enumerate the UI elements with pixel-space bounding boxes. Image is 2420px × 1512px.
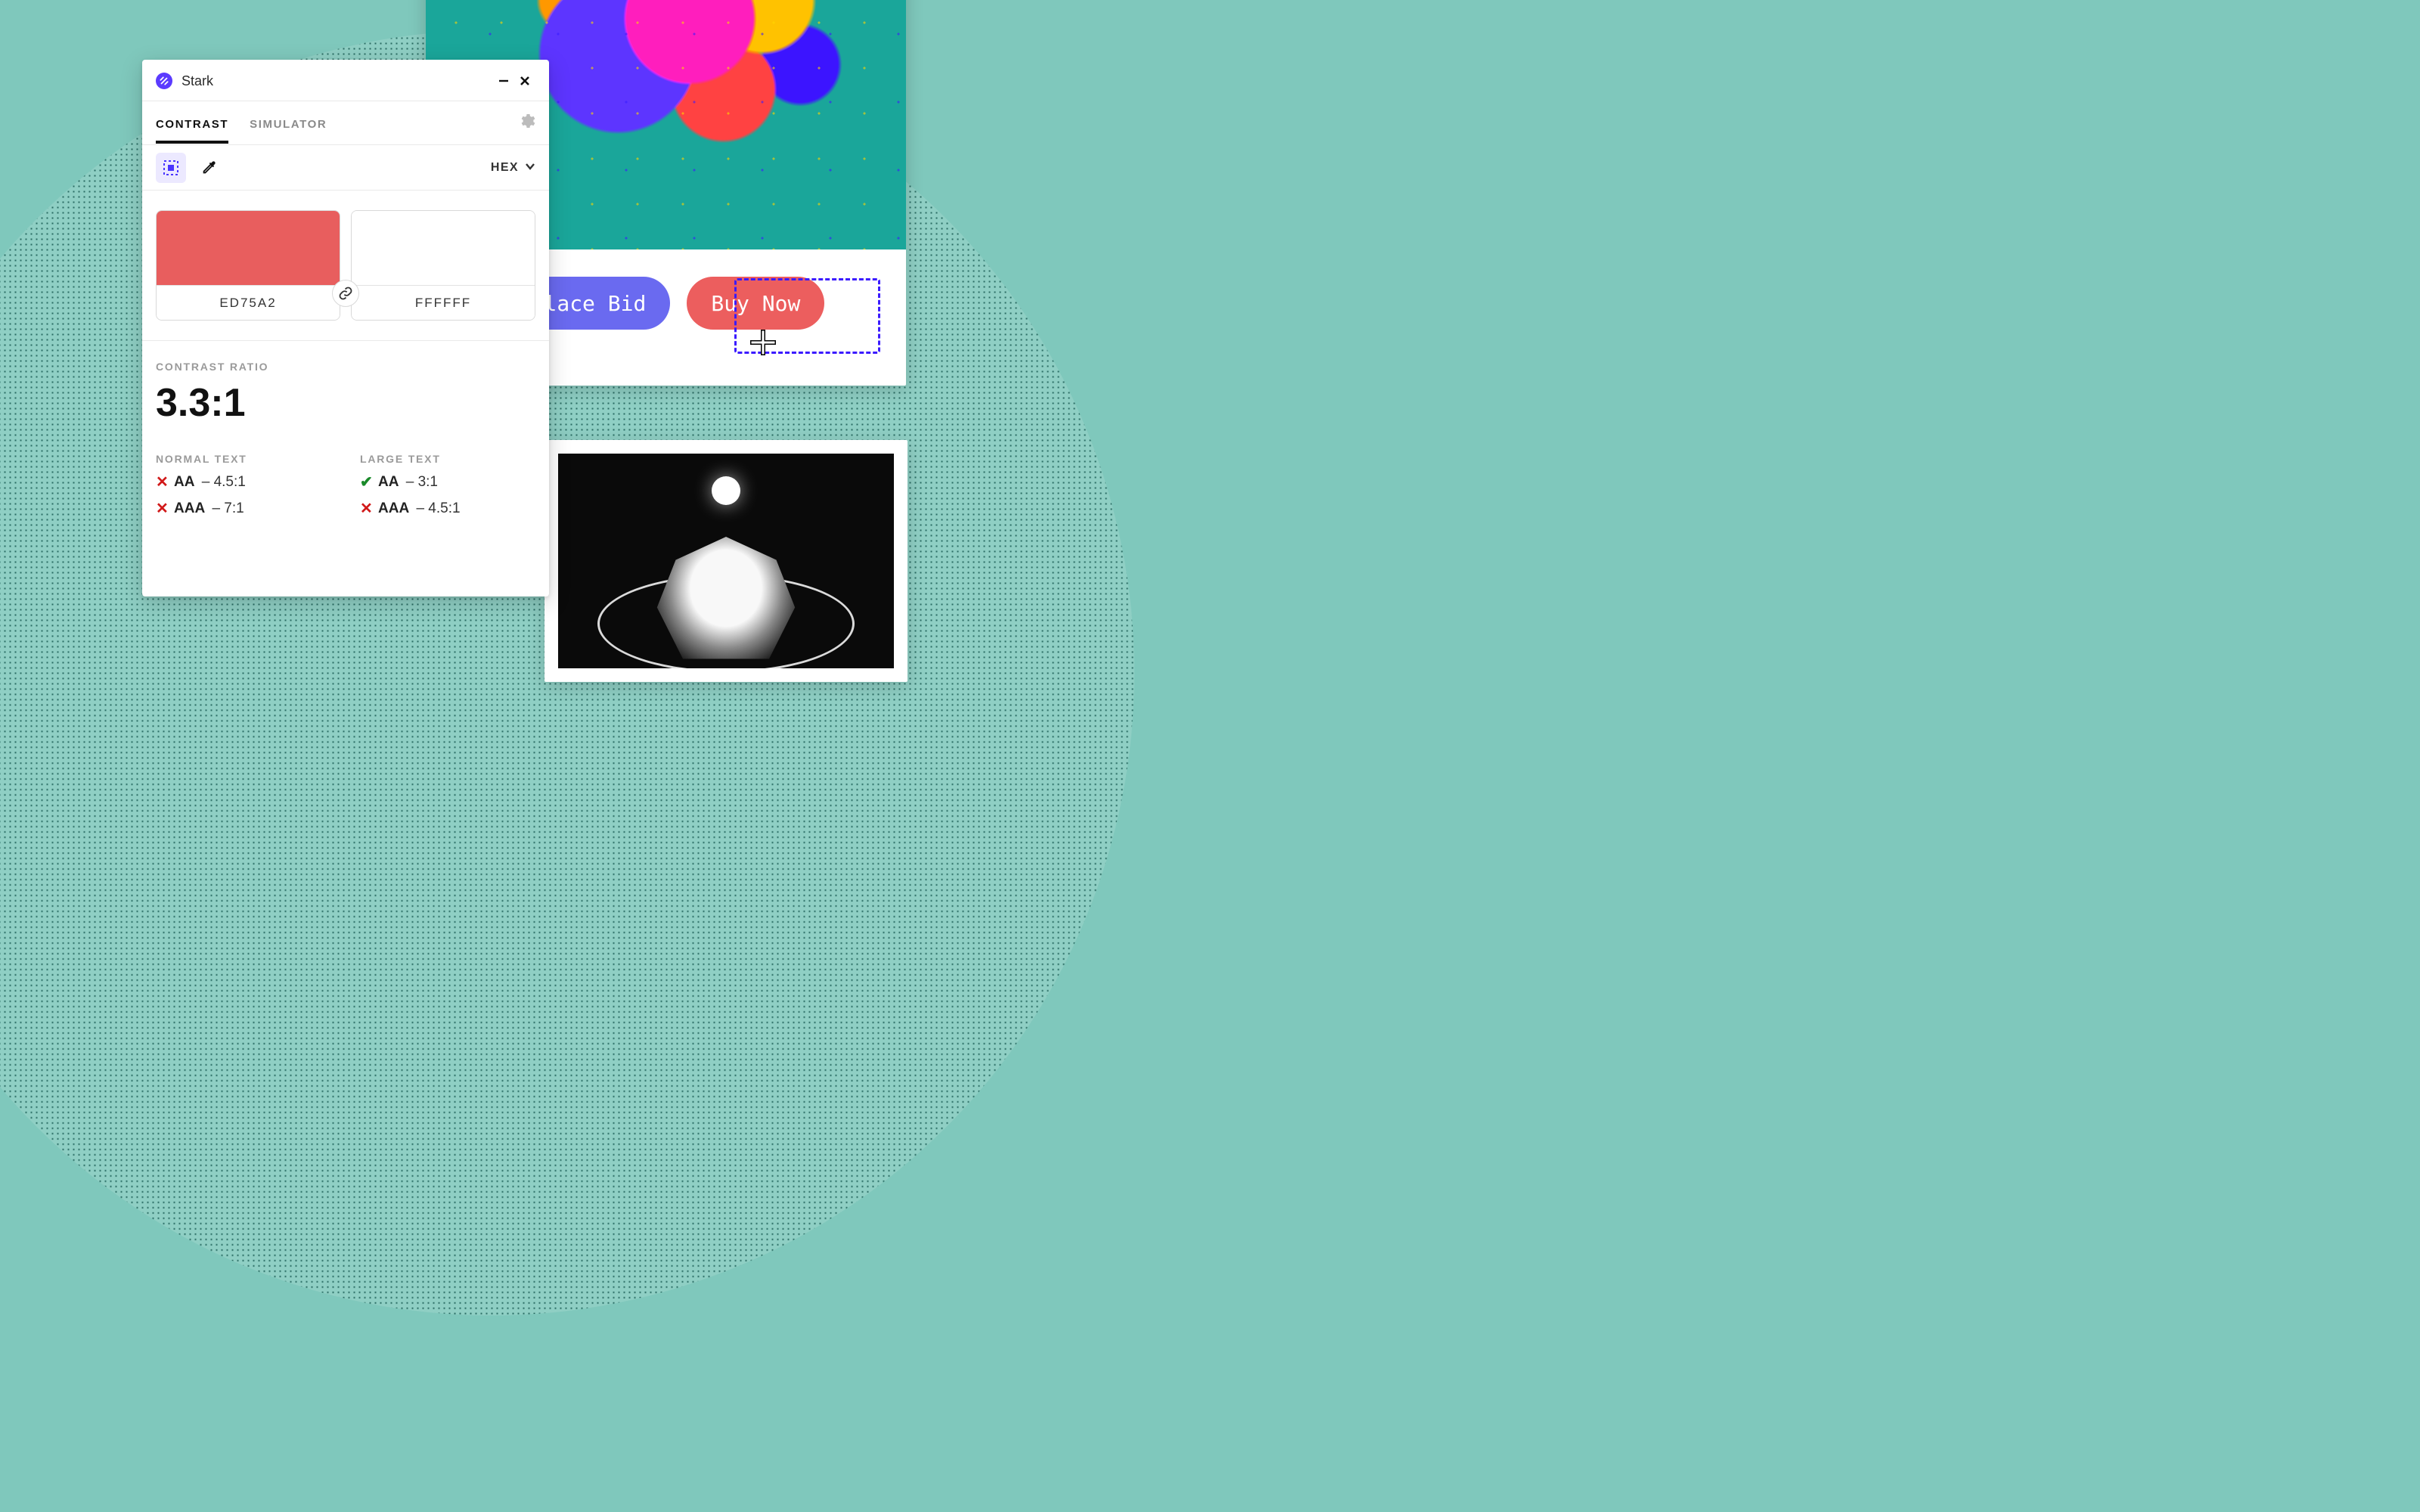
background-swatch-color [352,211,535,285]
foreground-swatch-color [157,211,340,285]
swap-colors-button[interactable] [332,280,359,307]
threshold-label: – 3:1 [402,474,438,491]
large-aaa-row: ✕ AAA – 4.5:1 [360,499,535,518]
color-format-label: HEX [491,161,519,175]
settings-button[interactable] [517,112,535,134]
chevron-down-icon [525,161,535,174]
large-aa-row: ✔ AA – 3:1 [360,472,535,491]
close-button[interactable] [514,70,535,91]
normal-text-column: NORMAL TEXT ✕ AA – 4.5:1 ✕ AAA – 7:1 [156,453,331,525]
tab-contrast[interactable]: CONTRAST [156,103,228,144]
large-text-label: LARGE TEXT [360,453,535,465]
buy-now-button[interactable]: Buy Now [687,277,824,330]
link-icon [338,286,353,301]
selection-bounds-icon [163,160,179,176]
tabs-row: CONTRAST SIMULATOR [142,101,549,145]
threshold-label: – 7:1 [208,500,244,517]
moon-shape [712,476,740,505]
contrast-ratio-label: CONTRAST RATIO [156,361,535,373]
level-label: AA [174,474,194,491]
gear-icon [517,112,535,130]
normal-text-label: NORMAL TEXT [156,453,331,465]
panel-titlebar[interactable]: Stark [142,60,549,101]
ice-artwork [558,454,894,668]
fail-icon: ✕ [156,499,174,518]
panel-title: Stark [182,73,493,89]
color-format-select[interactable]: HEX [491,161,535,175]
level-label: AAA [174,500,205,517]
foreground-swatch[interactable]: ED75A2 [156,210,340,321]
fail-icon: ✕ [360,499,378,518]
background-swatch[interactable]: FFFFFF [351,210,535,321]
selection-tool-button[interactable] [156,153,186,183]
tools-row: HEX [142,145,549,191]
pass-icon: ✔ [360,472,378,491]
swatches-row: ED75A2 FFFFFF [142,191,549,341]
level-label: AA [378,474,399,491]
threshold-label: – 4.5:1 [412,500,460,517]
nft-card-bottom [544,440,908,682]
level-label: AAA [378,500,409,517]
fail-icon: ✕ [156,472,174,491]
normal-aa-row: ✕ AA – 4.5:1 [156,472,331,491]
stark-logo-icon [156,73,172,89]
results-section: CONTRAST RATIO 3.3:1 NORMAL TEXT ✕ AA – … [142,341,549,545]
eyedropper-tool-button[interactable] [194,153,224,183]
eyedropper-icon [200,160,217,176]
background-hex-value: FFFFFF [352,285,535,320]
stark-panel: Stark CONTRAST SIMULATOR [142,60,549,596]
large-text-column: LARGE TEXT ✔ AA – 3:1 ✕ AAA – 4.5:1 [360,453,535,525]
contrast-ratio-value: 3.3:1 [156,380,535,426]
normal-aaa-row: ✕ AAA – 7:1 [156,499,331,518]
foreground-hex-value: ED75A2 [157,285,340,320]
tab-simulator[interactable]: SIMULATOR [250,103,327,144]
threshold-label: – 4.5:1 [197,474,245,491]
minimize-button[interactable] [493,70,514,91]
